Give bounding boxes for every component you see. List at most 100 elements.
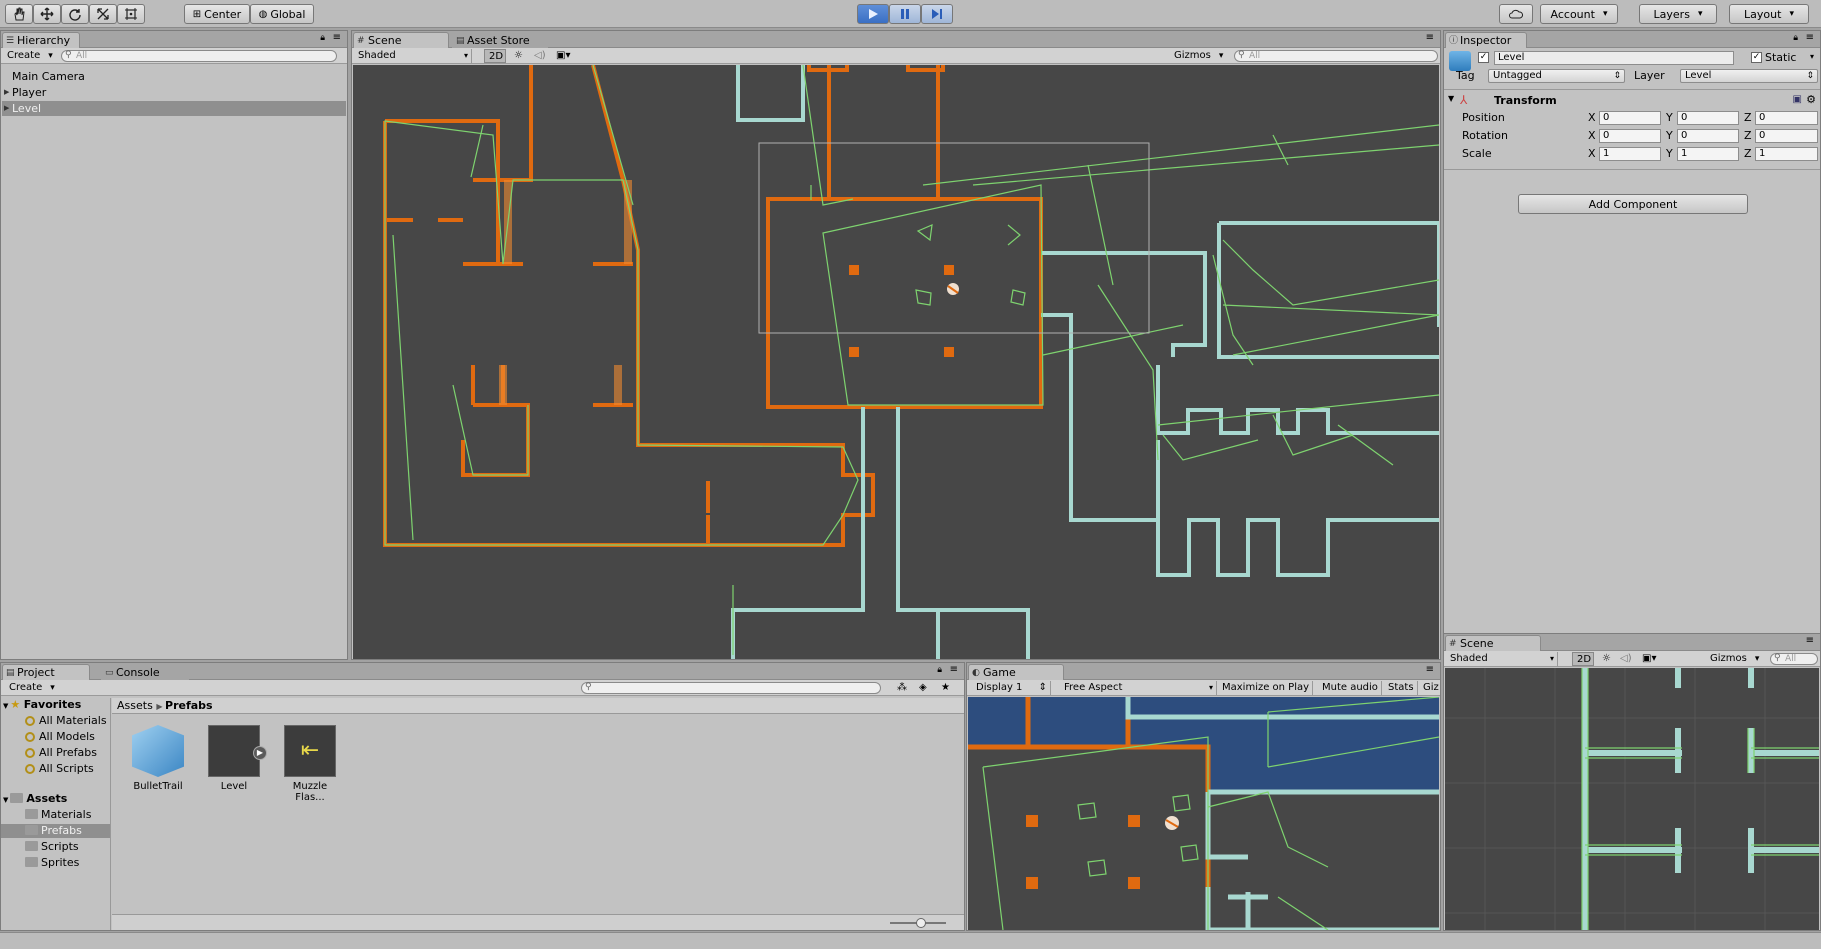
favorite-item[interactable]: All Models bbox=[25, 730, 110, 744]
tab-game[interactable]: ◐ Game bbox=[968, 664, 1064, 680]
layer-dropdown[interactable]: Level bbox=[1680, 69, 1818, 83]
static-checkbox[interactable]: ✓ bbox=[1751, 52, 1762, 63]
hand-tool-button[interactable] bbox=[5, 4, 33, 24]
scale-x-field[interactable]: 1 bbox=[1599, 147, 1661, 161]
scene-viewport[interactable] bbox=[353, 65, 1439, 659]
account-dropdown[interactable]: Account bbox=[1540, 4, 1618, 24]
add-component-button[interactable]: Add Component bbox=[1518, 194, 1748, 214]
folder-item-scripts[interactable]: Scripts bbox=[1, 840, 110, 854]
favorites-header[interactable]: ▼ ★ Favorites bbox=[1, 698, 110, 712]
object-name-field[interactable]: Level bbox=[1494, 51, 1734, 65]
scene2-search-input[interactable]: All bbox=[1770, 653, 1818, 665]
lock-icon[interactable]: 🔒︎ bbox=[1793, 33, 1798, 43]
rotate-tool-button[interactable] bbox=[61, 4, 89, 24]
asset-level[interactable]: ▶ Level bbox=[201, 725, 267, 792]
star-icon[interactable]: ★ bbox=[937, 681, 954, 695]
step-button[interactable] bbox=[921, 4, 953, 24]
project-create-button[interactable]: Create bbox=[5, 681, 59, 695]
2d-toggle[interactable]: 2D bbox=[1572, 652, 1594, 666]
gear-icon[interactable]: ⚙ bbox=[1806, 93, 1816, 106]
mute-audio-toggle[interactable]: Mute audio bbox=[1319, 681, 1382, 695]
hierarchy-create-button[interactable]: Create bbox=[3, 49, 57, 63]
gizmos-dropdown[interactable]: Gizmos bbox=[1706, 652, 1763, 666]
move-tool-button[interactable] bbox=[33, 4, 61, 24]
folder-item-materials[interactable]: Materials bbox=[1, 808, 110, 822]
tab-project[interactable]: ▤ Project bbox=[2, 664, 90, 680]
tab-console[interactable]: ▭ Console bbox=[101, 664, 189, 680]
game-viewport[interactable] bbox=[968, 697, 1439, 930]
effects-toggle-icon[interactable]: ▣▾ bbox=[1638, 652, 1660, 666]
stats-toggle[interactable]: Stats bbox=[1385, 681, 1418, 695]
tab-scene[interactable]: # Scene bbox=[353, 32, 449, 48]
expand-prefab-icon[interactable]: ▶ bbox=[253, 746, 267, 760]
layers-dropdown[interactable]: Layers bbox=[1639, 4, 1717, 24]
tag-dropdown[interactable]: Untagged bbox=[1488, 69, 1625, 83]
panel-menu-icon[interactable]: ≡ bbox=[333, 32, 341, 43]
asset-muzzle-flash[interactable]: ⇤ Muzzle Flas... bbox=[277, 725, 343, 803]
hierarchy-item-main-camera[interactable]: Main Camera bbox=[2, 69, 346, 84]
panel-menu-icon[interactable]: ≡ bbox=[1426, 664, 1434, 675]
pause-button[interactable] bbox=[889, 4, 921, 24]
audio-toggle-icon[interactable]: ◁) bbox=[1616, 652, 1636, 666]
position-z-field[interactable]: 0 bbox=[1755, 111, 1818, 125]
assets-header[interactable]: ▼ Assets bbox=[1, 792, 110, 806]
active-checkbox[interactable]: ✓ bbox=[1478, 52, 1489, 63]
chevron-down-icon[interactable]: ▾ bbox=[1810, 52, 1814, 61]
slider-handle[interactable] bbox=[916, 918, 926, 928]
breadcrumb-prefabs[interactable]: Prefabs bbox=[165, 699, 213, 712]
scene-search-input[interactable]: All bbox=[1234, 50, 1438, 62]
scale-tool-button[interactable] bbox=[89, 4, 117, 24]
rect-tool-button[interactable] bbox=[117, 4, 145, 24]
maximize-on-play-toggle[interactable]: Maximize on Play bbox=[1219, 681, 1314, 695]
hierarchy-search-input[interactable]: All bbox=[61, 50, 337, 62]
gizmos-dropdown[interactable]: Gizmos bbox=[1170, 49, 1227, 63]
lighting-toggle-icon[interactable]: ☼ bbox=[510, 49, 527, 63]
panel-menu-icon[interactable]: ≡ bbox=[1426, 32, 1434, 43]
tab-inspector[interactable]: ⓘ Inspector bbox=[1445, 32, 1527, 48]
collab-cloud-button[interactable] bbox=[1499, 4, 1533, 24]
folder-item-sprites[interactable]: Sprites bbox=[1, 856, 110, 870]
rotation-y-field[interactable]: 0 bbox=[1677, 129, 1739, 143]
space-toggle[interactable]: ◍ Global bbox=[250, 4, 314, 24]
gizmos-toggle[interactable]: Giz bbox=[1420, 681, 1442, 695]
position-y-field[interactable]: 0 bbox=[1677, 111, 1739, 125]
tab-scene-secondary[interactable]: # Scene bbox=[1445, 635, 1541, 651]
help-book-icon[interactable]: ▣ bbox=[1793, 94, 1802, 105]
2d-toggle[interactable]: 2D bbox=[484, 49, 506, 63]
breadcrumb-assets[interactable]: Assets bbox=[117, 699, 153, 712]
display-dropdown[interactable]: Display 1 ⇕ bbox=[973, 681, 1051, 695]
asset-bullettrail[interactable]: BulletTrail bbox=[125, 725, 191, 792]
layout-dropdown[interactable]: Layout bbox=[1729, 4, 1809, 24]
rotation-x-field[interactable]: 0 bbox=[1599, 129, 1661, 143]
tab-asset-store[interactable]: ▤ Asset Store bbox=[452, 32, 548, 48]
lock-icon[interactable]: 🔒︎ bbox=[320, 33, 325, 43]
effects-toggle-icon[interactable]: ▣▾ bbox=[552, 49, 574, 63]
lock-icon[interactable]: 🔒︎ bbox=[937, 665, 942, 675]
project-search-input[interactable] bbox=[581, 682, 881, 694]
panel-menu-icon[interactable]: ≡ bbox=[950, 664, 958, 675]
scale-z-field[interactable]: 1 bbox=[1755, 147, 1818, 161]
scale-y-field[interactable]: 1 bbox=[1677, 147, 1739, 161]
foldout-icon[interactable]: ▼ bbox=[1448, 94, 1454, 103]
favorite-item[interactable]: All Materials bbox=[25, 714, 110, 728]
hierarchy-item-level[interactable]: Level bbox=[2, 101, 346, 116]
panel-menu-icon[interactable]: ≡ bbox=[1806, 635, 1814, 646]
filter-type-icon[interactable]: ⁂ bbox=[893, 681, 911, 695]
shading-mode-dropdown[interactable]: Shaded ▾ bbox=[354, 49, 472, 63]
favorite-item[interactable]: All Scripts bbox=[25, 762, 110, 776]
aspect-dropdown[interactable]: Free Aspect ▾ bbox=[1061, 681, 1217, 695]
transform-component-header[interactable]: ▼ ⅄ Transform ▣ ⚙ bbox=[1444, 93, 1820, 109]
filter-label-icon[interactable]: ◈ bbox=[915, 681, 931, 695]
hierarchy-item-player[interactable]: Player bbox=[2, 85, 346, 100]
panel-menu-icon[interactable]: ≡ bbox=[1806, 32, 1814, 43]
play-button[interactable] bbox=[857, 4, 889, 24]
shading-mode-dropdown[interactable]: Shaded ▾ bbox=[1446, 652, 1558, 666]
position-x-field[interactable]: 0 bbox=[1599, 111, 1661, 125]
lighting-toggle-icon[interactable]: ☼ bbox=[1598, 652, 1615, 666]
tab-hierarchy[interactable]: ☰ Hierarchy bbox=[2, 32, 80, 48]
pivot-toggle[interactable]: ⊞ Center bbox=[184, 4, 250, 24]
folder-item-prefabs[interactable]: Prefabs bbox=[1, 824, 110, 838]
favorite-item[interactable]: All Prefabs bbox=[25, 746, 110, 760]
audio-toggle-icon[interactable]: ◁) bbox=[530, 49, 550, 63]
scene-viewport-secondary[interactable] bbox=[1445, 668, 1819, 930]
